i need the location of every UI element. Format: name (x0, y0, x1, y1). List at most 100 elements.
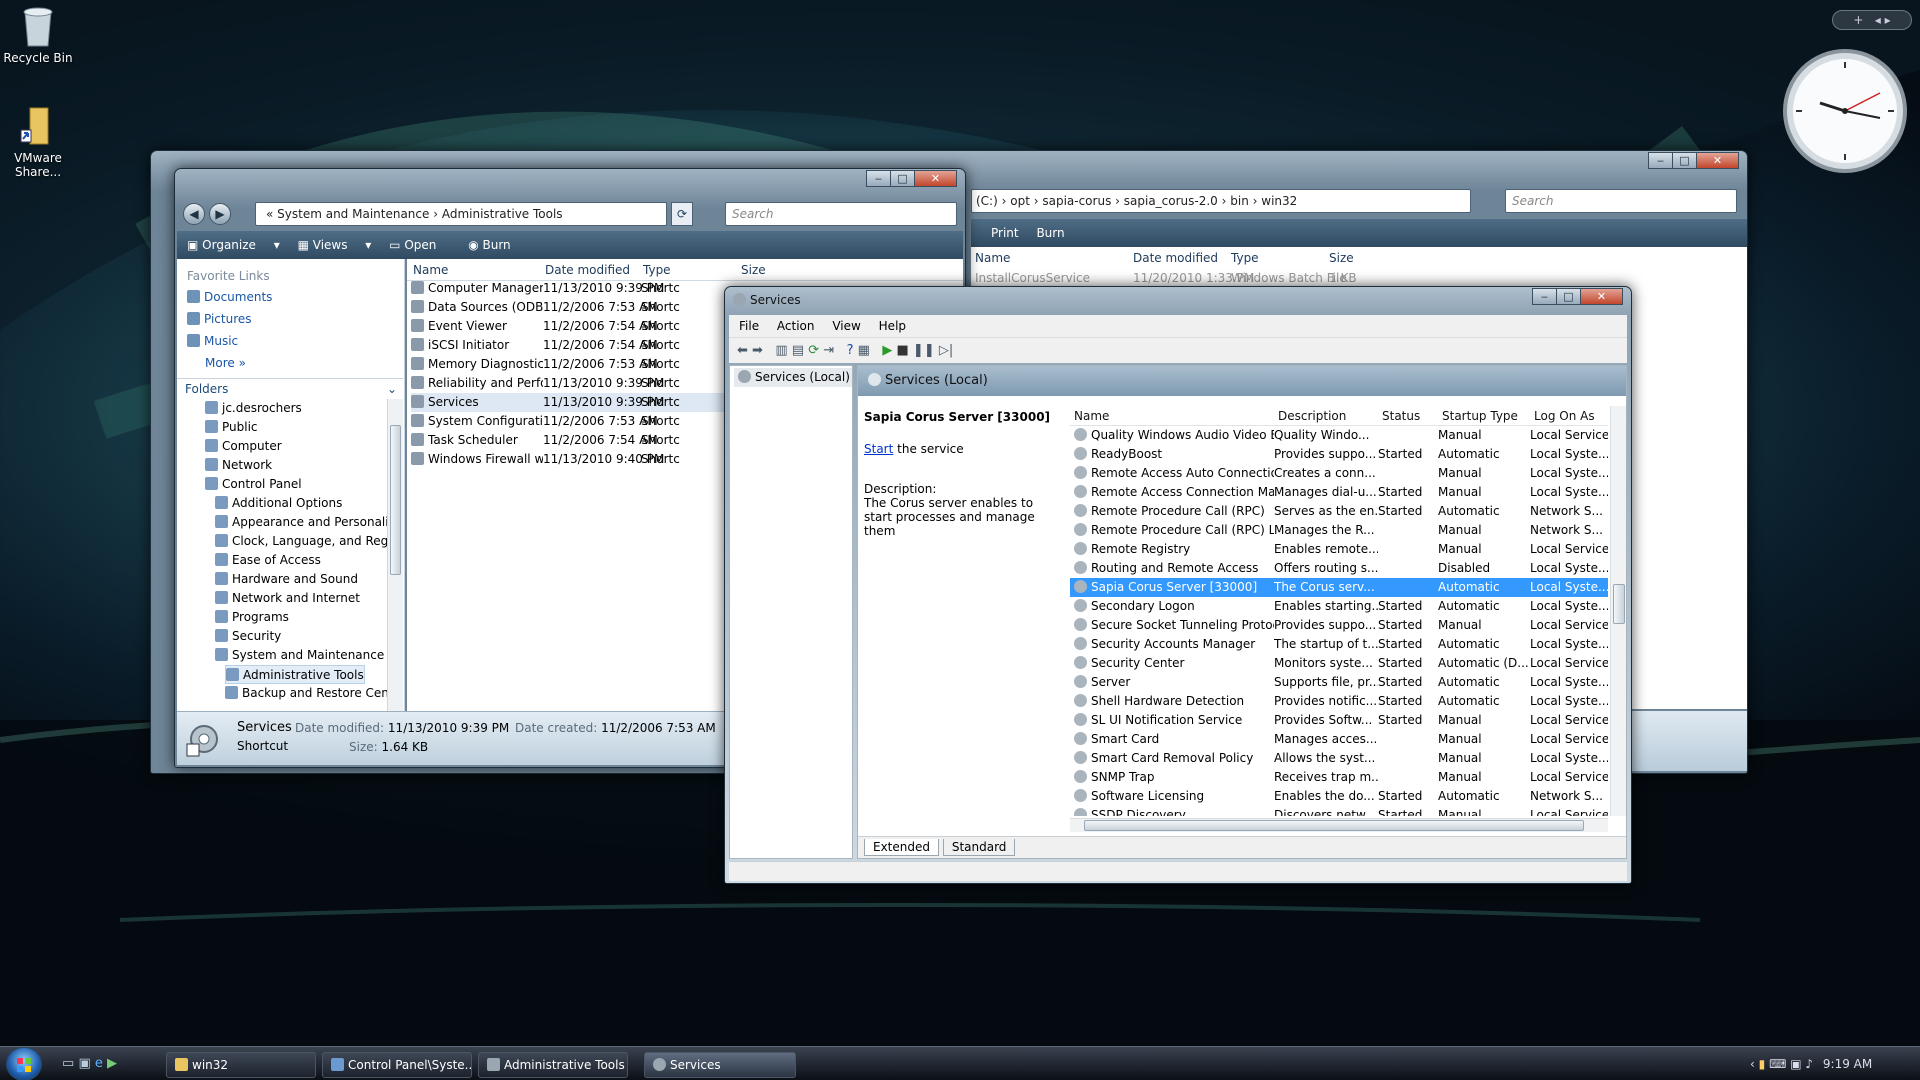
stop-service-icon[interactable]: ■ (896, 343, 908, 358)
column-header-status[interactable]: Status (1382, 409, 1420, 423)
folder-tree-scrollbar[interactable] (387, 399, 403, 711)
folder-tree-item[interactable]: Control Panel (205, 475, 302, 494)
tree-item-services-local[interactable]: Services (Local) (734, 368, 852, 387)
switch-windows-icon[interactable]: ▣ (78, 1056, 90, 1071)
column-header-startup-type[interactable]: Startup Type (1442, 409, 1518, 423)
folder-tree-item[interactable]: Security (215, 627, 281, 646)
address-bar[interactable]: (C:) › opt › sapia-corus › sapia_corus-2… (971, 189, 1471, 213)
tray-app-icon[interactable]: ▮ (1759, 1057, 1766, 1071)
folder-tree-item[interactable]: jc.desrochers (205, 399, 302, 418)
keyboard-icon[interactable]: ⌨ (1769, 1057, 1786, 1071)
close-button[interactable]: ✕ (1580, 288, 1623, 305)
views-button[interactable]: ▦ Views ▾ (298, 238, 372, 252)
folder-tree-item[interactable]: System and Maintenance (215, 646, 384, 665)
volume-icon[interactable]: ♪ (1805, 1057, 1813, 1071)
menu-view[interactable]: View (832, 319, 860, 333)
vertical-scrollbar[interactable] (1610, 406, 1626, 816)
folder-tree-item[interactable]: Network and Internet (215, 589, 360, 608)
close-button[interactable]: ✕ (1696, 152, 1739, 169)
column-header-date[interactable]: Date modified (1133, 251, 1218, 265)
service-row[interactable]: Server Supports file, pr...Started Automat… (1070, 673, 1608, 692)
start-button[interactable] (6, 1047, 42, 1080)
folders-header[interactable]: Folders ⌄ (177, 378, 403, 398)
service-row[interactable]: Remote Procedure Call (RPC) Serves as the… (1070, 502, 1608, 521)
folder-tree-item[interactable]: Network (205, 456, 272, 475)
maximize-button[interactable]: □ (1672, 152, 1697, 169)
refresh-icon[interactable]: ⟳ (808, 343, 819, 358)
service-row[interactable]: Security Accounts Manager The startup of … (1070, 635, 1608, 654)
column-header-description[interactable]: Description (1278, 409, 1346, 423)
menu-help[interactable]: Help (879, 319, 906, 333)
open-button[interactable]: ▭ Open (389, 238, 450, 252)
restart-service-icon[interactable]: ▷| (939, 343, 953, 358)
sidebar-controls[interactable]: + ◂ ▸ (1832, 10, 1912, 30)
media-player-icon[interactable]: ▶ (107, 1056, 117, 1071)
favorite-link-more[interactable]: More » (205, 354, 246, 373)
back-arrow-icon[interactable]: ⬅ (737, 343, 748, 358)
service-row[interactable]: Routing and Remote Access Offers routing … (1070, 559, 1608, 578)
favorite-link-documents[interactable]: Documents (187, 288, 272, 307)
burn-button[interactable]: ◉ Burn (468, 238, 524, 252)
minimize-button[interactable]: ‒ (866, 170, 891, 187)
folder-tree-item[interactable]: Appearance and Personaliz (215, 513, 395, 532)
folder-tree-item[interactable]: Public (205, 418, 258, 437)
show-hidden-icons[interactable]: ‹ (1750, 1057, 1755, 1071)
folder-tree-item[interactable]: Additional Options (215, 494, 342, 513)
minimize-button[interactable]: ‒ (1532, 288, 1557, 305)
forward-arrow-icon[interactable]: ➡ (752, 343, 763, 358)
address-bar[interactable]: « System and Maintenance › Administrativ… (255, 202, 667, 226)
folder-tree-item[interactable]: Clock, Language, and Regic (215, 532, 398, 551)
console-tree-icon[interactable]: ▥ (775, 343, 787, 358)
service-row[interactable]: Smart Card Manages acces... Manual Local Se… (1070, 730, 1608, 749)
taskbar-button-services[interactable]: Services (644, 1052, 796, 1078)
service-row[interactable]: Smart Card Removal Policy Allows the syst… (1070, 749, 1608, 768)
column-header-type[interactable]: Type (643, 263, 671, 277)
service-row[interactable]: Shell Hardware Detection Provides notific… (1070, 692, 1608, 711)
desktop-icon-vmware-share[interactable]: VMware Share... (0, 104, 78, 179)
maximize-button[interactable]: □ (890, 170, 915, 187)
service-row[interactable]: SSDP Discovery Discovers netw... Started Ma… (1070, 806, 1608, 816)
column-header-size[interactable]: Size (741, 263, 766, 277)
refresh-button[interactable]: ⟳ (671, 202, 693, 226)
column-header-size[interactable]: Size (1329, 251, 1354, 265)
properties-icon[interactable]: ▤ (792, 343, 804, 358)
service-row[interactable]: Sapia Corus Server [33000] The Corus serv… (1070, 578, 1608, 597)
service-row[interactable]: Remote Access Connection Ma...Manages di… (1070, 483, 1608, 502)
forward-button[interactable]: ▶ (209, 203, 231, 225)
network-icon[interactable]: ▣ (1790, 1057, 1801, 1071)
search-input[interactable]: Search (1505, 189, 1737, 213)
horizontal-scrollbar[interactable] (1070, 818, 1608, 832)
close-button[interactable]: ✕ (914, 170, 957, 187)
menu-action[interactable]: Action (777, 319, 815, 333)
pause-service-icon[interactable]: ❚❚ (913, 343, 935, 358)
folder-tree-item[interactable]: Ease of Access (215, 551, 321, 570)
service-row[interactable]: Software Licensing Enables the do... Start… (1070, 787, 1608, 806)
show-hide-icon[interactable]: ▦ (858, 343, 870, 358)
back-button[interactable]: ◀ (183, 203, 205, 225)
folder-tree-item[interactable]: Backup and Restore Cent (225, 684, 394, 703)
show-desktop-icon[interactable]: ▭ (62, 1056, 74, 1071)
service-row[interactable]: Remote Procedure Call (RPC) Lo...Manages… (1070, 521, 1608, 540)
taskbar-button-administrative-tools[interactable]: Administrative Tools (478, 1052, 628, 1078)
export-icon[interactable]: ⇥ (823, 343, 834, 358)
taskbar-button-win32[interactable]: win32 (166, 1052, 316, 1078)
folder-tree-item[interactable]: Administrative Tools (225, 665, 365, 684)
menu-file[interactable]: File (739, 319, 759, 333)
service-row[interactable]: SL UI Notification Service Provides Softw… (1070, 711, 1608, 730)
burn-button[interactable]: Burn (1036, 226, 1064, 240)
service-row[interactable]: SNMP Trap Receives trap m... Manual Local S… (1070, 768, 1608, 787)
service-row[interactable]: ReadyBoost Provides suppo... Started Automa… (1070, 445, 1608, 464)
clock-time[interactable]: 9:19 AM (1823, 1057, 1872, 1071)
column-header-name[interactable]: Name (975, 251, 1010, 265)
tab-standard[interactable]: Standard (942, 839, 1016, 856)
services-window[interactable]: Services ‒ □ ✕ File Action View Help ⬅ ➡ ▥… (724, 286, 1632, 884)
folder-tree-item[interactable]: Programs (215, 608, 289, 627)
maximize-button[interactable]: □ (1556, 288, 1581, 305)
internet-explorer-icon[interactable]: e (95, 1056, 103, 1071)
favorite-link-music[interactable]: Music (187, 332, 238, 351)
folder-tree-item[interactable]: Hardware and Sound (215, 570, 358, 589)
clock-gadget[interactable] (1782, 48, 1908, 174)
column-header-name[interactable]: Name (1074, 409, 1109, 423)
service-row[interactable]: Secondary Logon Enables starting...Starte… (1070, 597, 1608, 616)
column-header-log-on-as[interactable]: Log On As (1534, 409, 1595, 423)
